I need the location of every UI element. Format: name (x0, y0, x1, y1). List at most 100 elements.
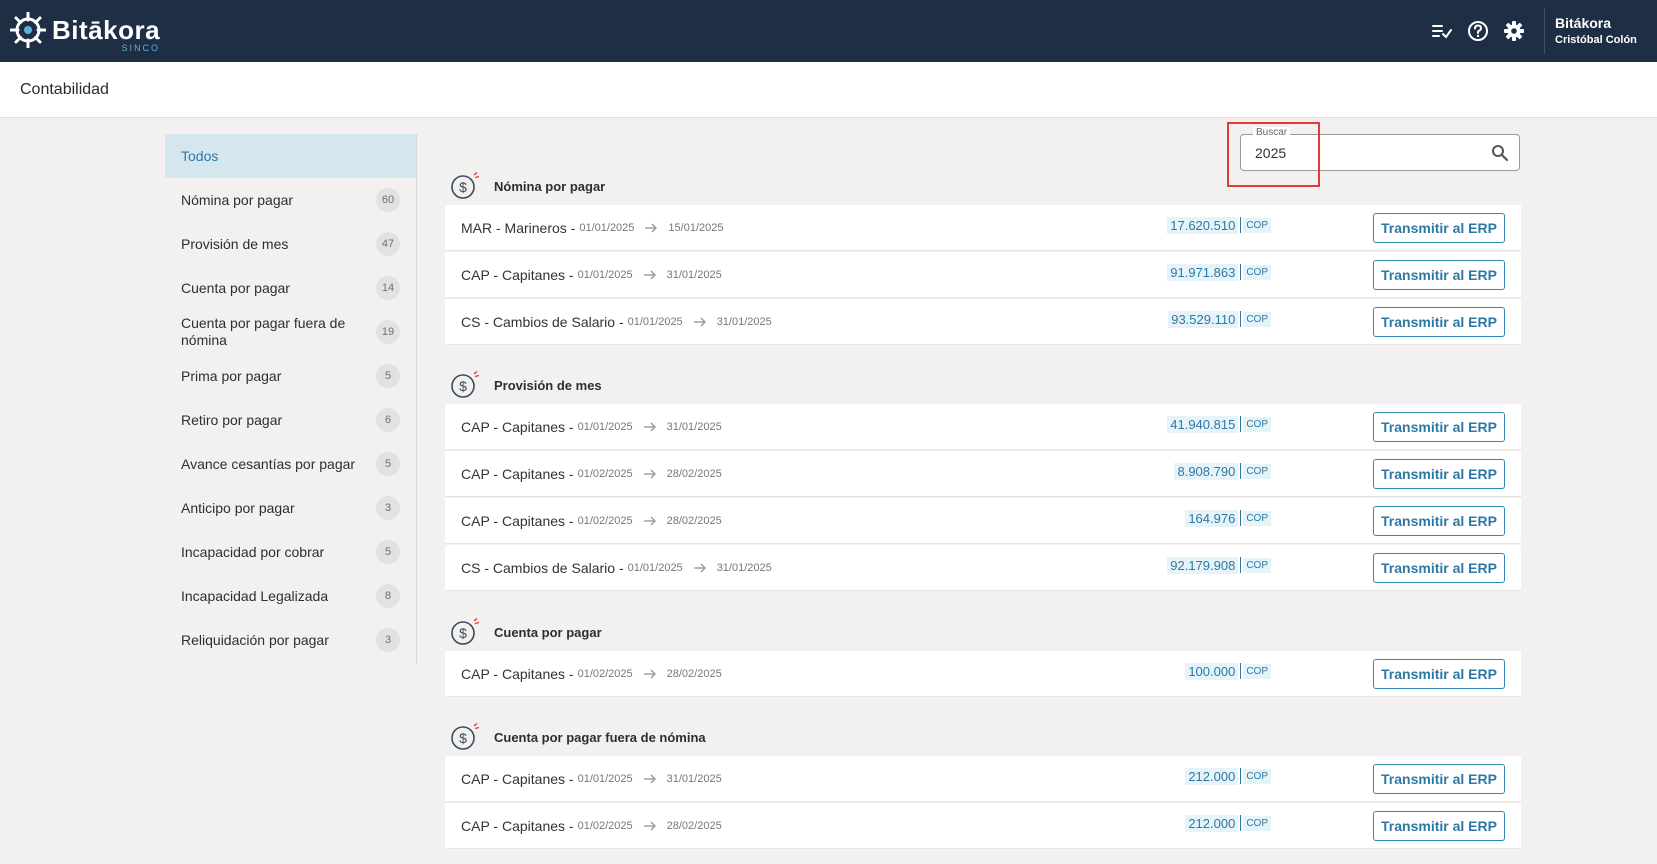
list-item: CAP - Capitanes -01/02/2025 28/02/2025 164… (445, 498, 1521, 544)
arrow-right-icon (643, 774, 656, 784)
arrow-right-icon (693, 563, 706, 573)
row-date-to: 28/02/2025 (666, 515, 722, 527)
count-badge: 19 (376, 320, 400, 344)
amount-value: 91.971.863 (1167, 263, 1239, 281)
sidebar-item-label: Incapacidad Legalizada (181, 587, 329, 604)
section-header: $ Provisión de mes (450, 370, 602, 400)
sidebar-item-incapacidad-legalizada[interactable]: Incapacidad Legalizada 8 (165, 574, 416, 618)
sidebar-item-label: Reliquidación por pagar (181, 631, 329, 648)
amount-divider (1240, 557, 1242, 573)
list-item: CAP - Capitanes -01/01/2025 31/01/2025 212… (445, 756, 1521, 802)
brand-subtitle: SINCO (121, 43, 161, 53)
sidebar-item-label: Incapacidad por cobrar (181, 543, 325, 560)
arrow-right-icon (643, 270, 656, 280)
row-date-from: 01/02/2025 (577, 820, 633, 832)
currency-code: COP (1243, 510, 1271, 526)
sidebar-item-prima[interactable]: Prima por pagar 5 (165, 354, 416, 398)
brand-logo[interactable]: Bitākora SINCO (10, 12, 161, 53)
dollar-coin-icon: $ (451, 722, 480, 750)
transmit-erp-button[interactable]: Transmitir al ERP (1373, 213, 1505, 243)
transmit-erp-button[interactable]: Transmitir al ERP (1373, 412, 1505, 442)
transmit-erp-button[interactable]: Transmitir al ERP (1373, 764, 1505, 794)
list-item: CS - Cambios de Salario -01/01/2025 31/01… (445, 299, 1521, 345)
transmit-erp-button[interactable]: Transmitir al ERP (1373, 260, 1505, 290)
amount-chip: 212.000 COP (1185, 767, 1271, 785)
checklist-icon[interactable] (1430, 19, 1454, 43)
row-name: CAP - Capitanes - (461, 419, 574, 435)
sidebar-item-label: Cuenta por pagar fuera de nómina (181, 315, 346, 348)
amount-chip: 100.000 COP (1185, 662, 1271, 680)
search-icon[interactable] (1491, 144, 1509, 162)
dollar-coin-icon: $ (451, 171, 480, 199)
amount-value: 93.529.110 (1168, 310, 1239, 328)
brand-name: Bitākora (52, 15, 161, 45)
sidebar-item-todos[interactable]: Todos (165, 134, 416, 178)
search-input[interactable] (1255, 143, 1475, 163)
transmit-erp-button[interactable]: Transmitir al ERP (1373, 659, 1505, 689)
amount-divider (1240, 768, 1242, 784)
svg-text:$: $ (459, 730, 467, 746)
row-date-from: 01/01/2025 (577, 421, 633, 433)
arrow-right-icon (643, 516, 656, 526)
amount-divider (1240, 217, 1242, 233)
page-title: Contabilidad (20, 81, 109, 98)
row-name: CAP - Capitanes - (461, 466, 574, 482)
sidebar-item-nomina[interactable]: Nómina por pagar 60 (165, 178, 416, 222)
row-name: CAP - Capitanes - (461, 771, 574, 787)
sidebar-item-label: Anticipo por pagar (181, 499, 295, 516)
category-sidebar: Todos Nómina por pagar 60 Provisión de m… (165, 134, 417, 664)
user-name: Cristóbal Colón (1555, 34, 1637, 46)
count-badge: 60 (376, 188, 400, 212)
transmit-erp-button[interactable]: Transmitir al ERP (1373, 506, 1505, 536)
sidebar-item-cuenta-fuera[interactable]: Cuenta por pagar fuera de nómina 19 (165, 310, 416, 354)
sidebar-item-retiro[interactable]: Retiro por pagar 6 (165, 398, 416, 442)
sidebar-item-provision[interactable]: Provisión de mes 47 (165, 222, 416, 266)
svg-text:$: $ (459, 625, 467, 641)
row-date-from: 01/01/2025 (579, 222, 635, 234)
amount-value: 164.976 (1185, 509, 1239, 527)
user-menu[interactable]: Bitákora Cristóbal Colón (1545, 14, 1657, 48)
amount-value: 100.000 (1185, 662, 1239, 680)
amount-chip: 17.620.510 COP (1167, 216, 1271, 234)
amount-chip: 212.000 COP (1185, 814, 1271, 832)
currency-code: COP (1243, 768, 1271, 784)
sidebar-item-avance[interactable]: Avance cesantías por pagar 5 (165, 442, 416, 486)
row-name: MAR - Marineros - (461, 220, 576, 236)
amount-divider (1240, 815, 1242, 831)
amount-value: 17.620.510 (1167, 216, 1239, 234)
amount-divider (1240, 510, 1242, 526)
row-date-to: 28/02/2025 (666, 668, 722, 680)
search-box: Buscar (1240, 127, 1520, 171)
svg-text:$: $ (459, 378, 467, 394)
row-date-to: 31/01/2025 (666, 269, 722, 281)
ship-wheel-icon (10, 12, 46, 48)
amount-chip: 93.529.110 COP (1168, 310, 1271, 328)
section-title: Cuenta por pagar fuera de nómina (494, 729, 706, 745)
amount-value: 41.940.815 (1167, 415, 1239, 433)
transmit-erp-button[interactable]: Transmitir al ERP (1373, 811, 1505, 841)
section-header: $ Cuenta por pagar fuera de nómina (450, 722, 706, 752)
dollar-coin-icon: $ (451, 617, 480, 645)
list-item: MAR - Marineros -01/01/2025 15/01/2025 17.… (445, 205, 1521, 251)
list-item: CAP - Capitanes -01/02/2025 28/02/2025 8.9… (445, 451, 1521, 497)
help-icon[interactable] (1466, 19, 1490, 43)
count-badge: 6 (376, 408, 400, 432)
transmit-erp-button[interactable]: Transmitir al ERP (1373, 553, 1505, 583)
sidebar-item-incapacidad-cobrar[interactable]: Incapacidad por cobrar 5 (165, 530, 416, 574)
currency-code: COP (1243, 416, 1271, 432)
amount-divider (1240, 663, 1242, 679)
transmit-erp-button[interactable]: Transmitir al ERP (1373, 307, 1505, 337)
row-date-to: 31/01/2025 (716, 316, 772, 328)
row-date-to: 28/02/2025 (666, 468, 722, 480)
section-header: $ Cuenta por pagar (450, 617, 602, 647)
section-title: Provisión de mes (494, 377, 602, 393)
row-name: CAP - Capitanes - (461, 666, 574, 682)
sidebar-item-cuenta[interactable]: Cuenta por pagar 14 (165, 266, 416, 310)
gear-icon[interactable] (1502, 19, 1526, 43)
transmit-erp-button[interactable]: Transmitir al ERP (1373, 459, 1505, 489)
page-header: Contabilidad (0, 62, 1657, 118)
sidebar-item-label: Retiro por pagar (181, 411, 283, 428)
sidebar-item-anticipo[interactable]: Anticipo por pagar 3 (165, 486, 416, 530)
row-date-to: 31/01/2025 (716, 562, 772, 574)
sidebar-item-reliquidacion[interactable]: Reliquidación por pagar 3 (165, 618, 416, 662)
